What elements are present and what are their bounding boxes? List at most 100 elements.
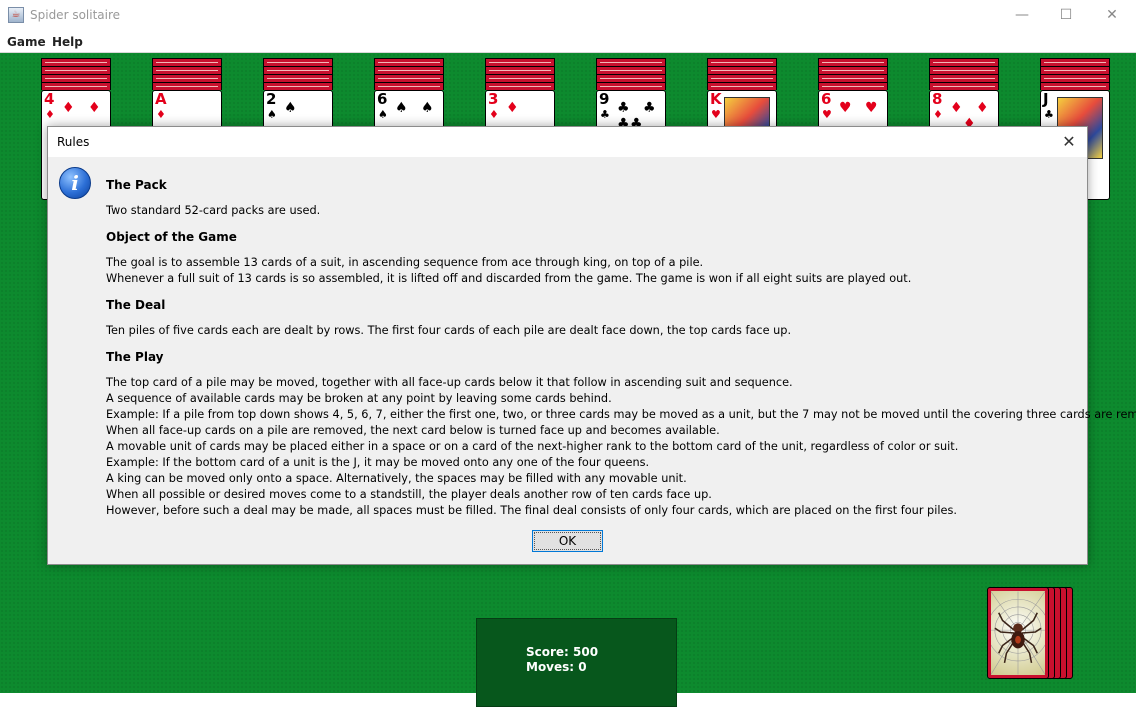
face-down-card [707, 74, 777, 82]
rules-paragraph: Two standard 52-card packs are used. [106, 204, 321, 217]
stock-card[interactable] [987, 587, 1049, 679]
menu-bar: Game Help [0, 31, 1136, 53]
face-down-card [485, 74, 555, 82]
face-down-card [374, 74, 444, 82]
rules-text: The Pack Two standard 52-card packs are u… [106, 177, 1136, 519]
card-suit-icon: ♦ [45, 108, 55, 121]
window-title: Spider solitaire [30, 8, 121, 22]
rules-section-heading: The Deal [106, 298, 166, 312]
face-down-card [41, 82, 111, 90]
card-pip-icon: ♣ [617, 100, 630, 116]
rules-paragraph: The top card of a pile may be moved, tog… [106, 376, 793, 389]
face-down-card [707, 66, 777, 74]
card-pip-icon: ♥ [865, 100, 878, 116]
menu-game[interactable]: Game [7, 35, 46, 49]
card-rank: 6 [377, 90, 388, 108]
card-pip-icon: ♦ [950, 100, 963, 116]
card-rank: 4 [44, 90, 55, 108]
card-suit-icon: ♣ [1044, 108, 1054, 121]
face-down-card [263, 74, 333, 82]
card-rank: 6 [821, 90, 832, 108]
card-pip-icon: ♠ [284, 100, 297, 116]
face-down-card [41, 66, 111, 74]
face-down-card [596, 82, 666, 90]
card-rank: K [710, 90, 722, 108]
card-suit-icon: ♦ [489, 108, 499, 121]
face-down-card [929, 82, 999, 90]
rules-paragraph: When all possible or desired moves come … [106, 488, 712, 501]
maximize-button[interactable]: ☐ [1043, 0, 1089, 31]
info-icon: i [59, 167, 91, 199]
face-down-card [1040, 66, 1110, 74]
face-down-card [707, 58, 777, 66]
card-suit-icon: ♥ [822, 108, 832, 121]
stats-panel: Score: 500 Moves: 0 [476, 618, 677, 707]
face-down-card [1040, 82, 1110, 90]
card-pip-icon: ♥ [839, 100, 852, 116]
card-pip-icon: ♣ [643, 100, 656, 116]
dialog-titlebar: Rules ✕ [48, 127, 1087, 157]
menu-help[interactable]: Help [52, 35, 83, 49]
face-down-card [818, 58, 888, 66]
card-suit-icon: ♥ [711, 108, 721, 121]
face-down-card [596, 74, 666, 82]
face-down-card [818, 74, 888, 82]
face-down-card [596, 66, 666, 74]
rules-paragraph: A sequence of available cards may be bro… [106, 392, 612, 405]
rules-paragraph: A king can be moved only onto a space. A… [106, 472, 687, 485]
rules-section-heading: Object of the Game [106, 230, 237, 244]
face-down-card [485, 82, 555, 90]
card-pip-icon: ♦ [88, 100, 101, 116]
moves-label: Moves: 0 [526, 660, 587, 674]
java-cup-icon: ☕ [8, 7, 24, 23]
face-down-card [929, 74, 999, 82]
score-label: Score: 500 [526, 645, 599, 659]
face-down-card [485, 58, 555, 66]
card-pip-icon: ♠ [395, 100, 408, 116]
card-suit-icon: ♠ [378, 108, 388, 121]
face-down-card [41, 58, 111, 66]
rules-paragraph: A movable unit of cards may be placed ei… [106, 440, 959, 453]
face-down-card [263, 58, 333, 66]
face-down-card [818, 82, 888, 90]
close-window-button[interactable]: ✕ [1089, 0, 1135, 31]
face-down-card [41, 74, 111, 82]
face-down-card [152, 82, 222, 90]
face-down-card [1040, 74, 1110, 82]
face-down-card [152, 58, 222, 66]
card-suit-icon: ♣ [600, 108, 610, 121]
card-pip-icon: ♦ [976, 100, 989, 116]
rules-section-heading: The Pack [106, 178, 167, 192]
face-down-card [707, 82, 777, 90]
face-down-card [929, 58, 999, 66]
card-suit-icon: ♦ [156, 108, 166, 121]
dialog-close-button[interactable]: ✕ [1057, 130, 1081, 154]
spider-icon [991, 591, 1045, 675]
rules-paragraph: Whenever a full suit of 13 cards is so a… [106, 272, 912, 285]
face-down-card [374, 66, 444, 74]
face-down-card [374, 82, 444, 90]
card-rank: 8 [932, 90, 943, 108]
window-titlebar: ☕ Spider solitaire — ☐ ✕ [0, 0, 1136, 31]
card-pip-icon: ♦ [506, 100, 519, 116]
card-suit-icon: ♠ [267, 108, 277, 121]
dialog-title: Rules [57, 135, 90, 149]
card-rank: J [1043, 90, 1049, 108]
face-down-card [263, 66, 333, 74]
rules-section-heading: The Play [106, 350, 164, 364]
ok-button[interactable]: OK [532, 530, 603, 552]
minimize-button[interactable]: — [999, 0, 1045, 31]
face-down-card [374, 58, 444, 66]
face-down-card [152, 66, 222, 74]
card-pip-icon: ♦ [62, 100, 75, 116]
face-down-card [263, 82, 333, 90]
rules-paragraph: The goal is to assemble 13 cards of a su… [106, 256, 704, 269]
rules-paragraph: Example: If a pile from top down shows 4… [106, 408, 1136, 421]
